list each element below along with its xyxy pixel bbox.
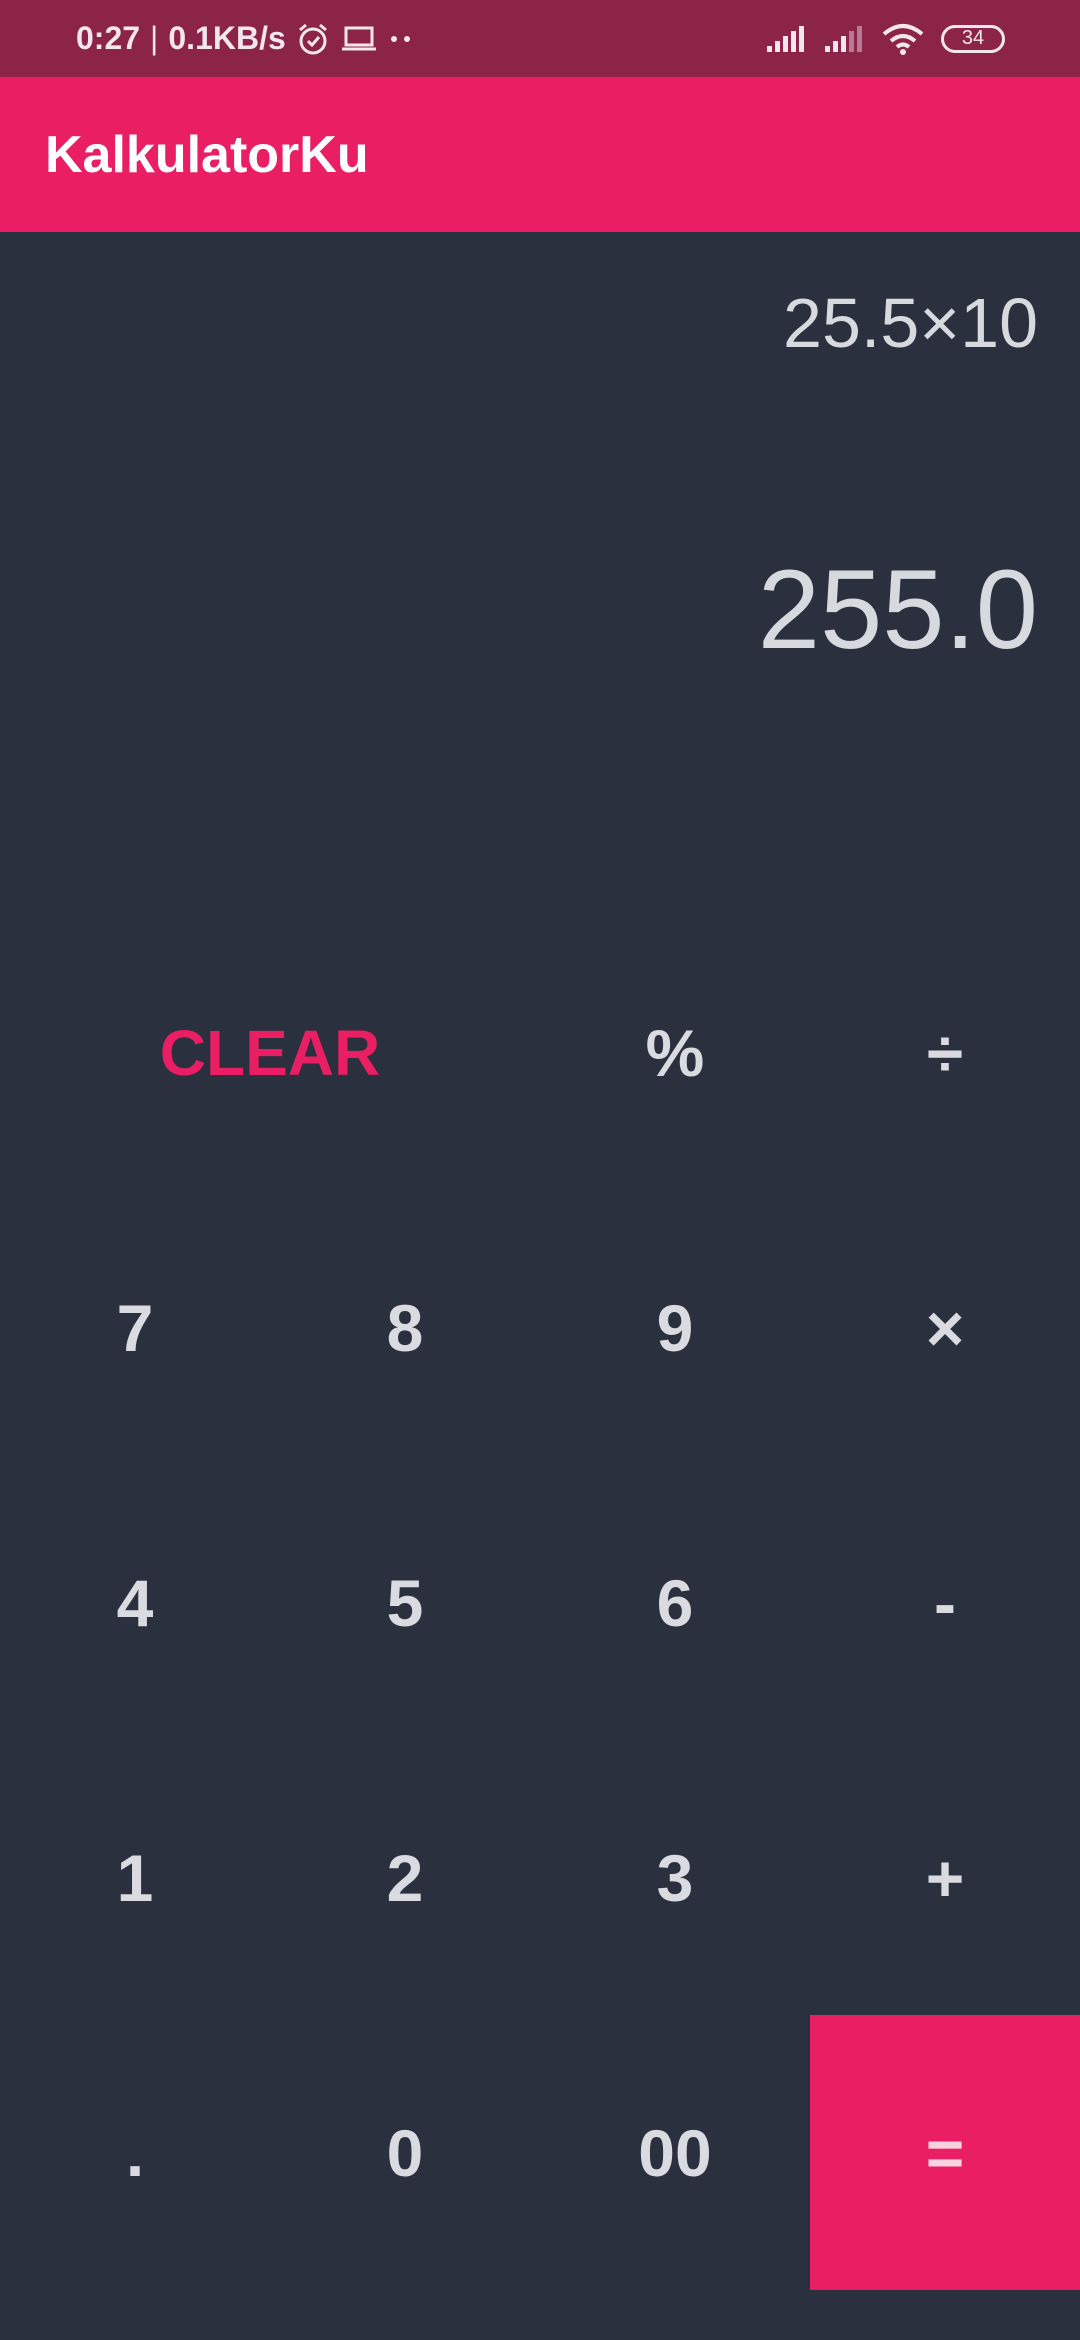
dots-icon [390,35,410,42]
app-title: KalkulatorKu [45,125,369,184]
keypad: CLEAR % ÷ 7 8 9 × 4 5 6 - 1 2 3 + . 0 00… [0,915,1080,2290]
status-bar: 0:27 | 0.1KB/s 34 [0,0,1080,77]
nine-button[interactable]: 9 [540,1190,810,1465]
app-bar: KalkulatorKu [0,77,1080,232]
alarm-icon [298,23,327,54]
one-button[interactable]: 1 [0,1740,270,2015]
laptop-icon [341,26,376,50]
equals-button[interactable]: = [810,2015,1080,2290]
status-left: 0:27 | 0.1KB/s [76,20,414,57]
status-right: 34 [765,23,1005,55]
status-separator: | [150,20,159,56]
decimal-button[interactable]: . [0,2015,270,2290]
minus-button[interactable]: - [810,1465,1080,1740]
clear-button[interactable]: CLEAR [0,915,540,1190]
battery-indicator: 34 [941,24,1005,53]
wifi-icon [882,23,924,55]
divide-button[interactable]: ÷ [810,915,1080,1190]
zero-button[interactable]: 0 [270,2015,540,2290]
five-button[interactable]: 5 [270,1465,540,1740]
plus-button[interactable]: + [810,1740,1080,2015]
signal-icon [767,25,804,52]
signal-weak-icon [825,25,862,52]
battery-level: 34 [961,27,985,49]
seven-button[interactable]: 7 [0,1190,270,1465]
three-button[interactable]: 3 [540,1740,810,2015]
six-button[interactable]: 6 [540,1465,810,1740]
multiply-button[interactable]: × [810,1190,1080,1465]
status-net-speed: 0.1KB/s [168,20,286,56]
percent-button[interactable]: % [540,915,810,1190]
double-zero-button[interactable]: 00 [540,2015,810,2290]
status-time: 0:27 [76,20,141,56]
eight-button[interactable]: 8 [270,1190,540,1465]
expression-display: 25.5×10 [783,284,1038,362]
two-button[interactable]: 2 [270,1740,540,2015]
four-button[interactable]: 4 [0,1465,270,1740]
result-display: 255.0 [757,547,1038,672]
